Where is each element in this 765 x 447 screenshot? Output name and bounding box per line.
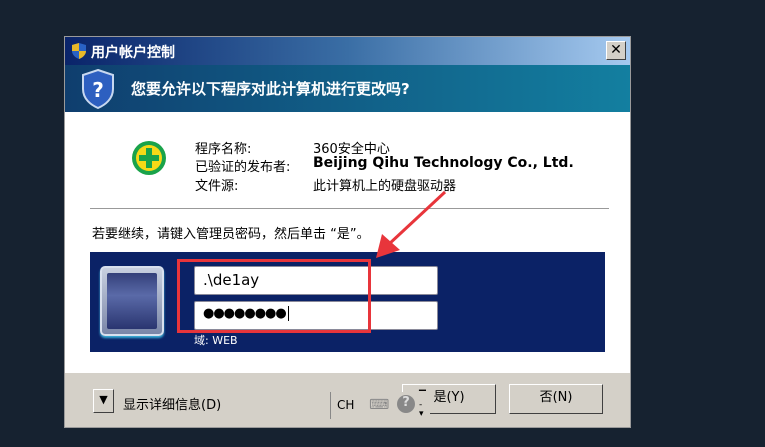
- instruction-text: 若要继续，请键入管理员密码，然后单击 “是”。: [92, 227, 370, 242]
- window-title: 用户帐户控制: [91, 45, 175, 61]
- show-details-label[interactable]: 显示详细信息(D): [123, 394, 221, 413]
- shield-question-icon: ?: [82, 69, 114, 109]
- uac-dialog: 用户帐户控制 ✕ ? 您要允许以下程序对此计算机进行更改吗? 程序名称: 360…: [64, 36, 631, 428]
- annotation-arrow-icon: [376, 190, 447, 258]
- language-bar[interactable]: CH ⌨ ? ▔ - ▾: [330, 392, 430, 419]
- footer: ▼ 显示详细信息(D) 是(Y) 否(N) CH ⌨ ? ▔ - ▾: [65, 373, 630, 428]
- publisher-label: 已验证的发布者:: [195, 160, 291, 175]
- help-icon[interactable]: ?: [397, 395, 415, 413]
- title-bar: 用户帐户控制 ✕: [65, 37, 630, 65]
- no-button[interactable]: 否(N): [509, 384, 603, 414]
- svg-text:?: ?: [92, 78, 104, 102]
- user-tile-icon: [100, 266, 164, 336]
- shield-icon: [72, 43, 86, 59]
- language-indicator[interactable]: CH: [337, 398, 354, 412]
- divider: [90, 208, 609, 209]
- annotation-box: [177, 259, 371, 333]
- options-icon[interactable]: ▔ - ▾: [419, 392, 426, 419]
- keyboard-icon[interactable]: ⌨: [369, 397, 389, 413]
- program-name-label: 程序名称:: [195, 142, 252, 157]
- uac-question: 您要允许以下程序对此计算机进行更改吗?: [131, 80, 410, 98]
- close-button[interactable]: ✕: [606, 41, 626, 60]
- 360-app-icon: [132, 141, 166, 175]
- header-band: ? 您要允许以下程序对此计算机进行更改吗?: [65, 65, 630, 112]
- publisher-value: Beijing Qihu Technology Co., Ltd.: [313, 155, 574, 171]
- chevron-down-icon: ▼: [99, 393, 108, 406]
- file-source-label: 文件源:: [195, 179, 239, 194]
- expand-details-button[interactable]: ▼: [93, 389, 114, 413]
- content-area: 程序名称: 360安全中心 已验证的发布者: Beijing Qihu Tech…: [65, 112, 630, 373]
- domain-label: 域: WEB: [194, 334, 238, 347]
